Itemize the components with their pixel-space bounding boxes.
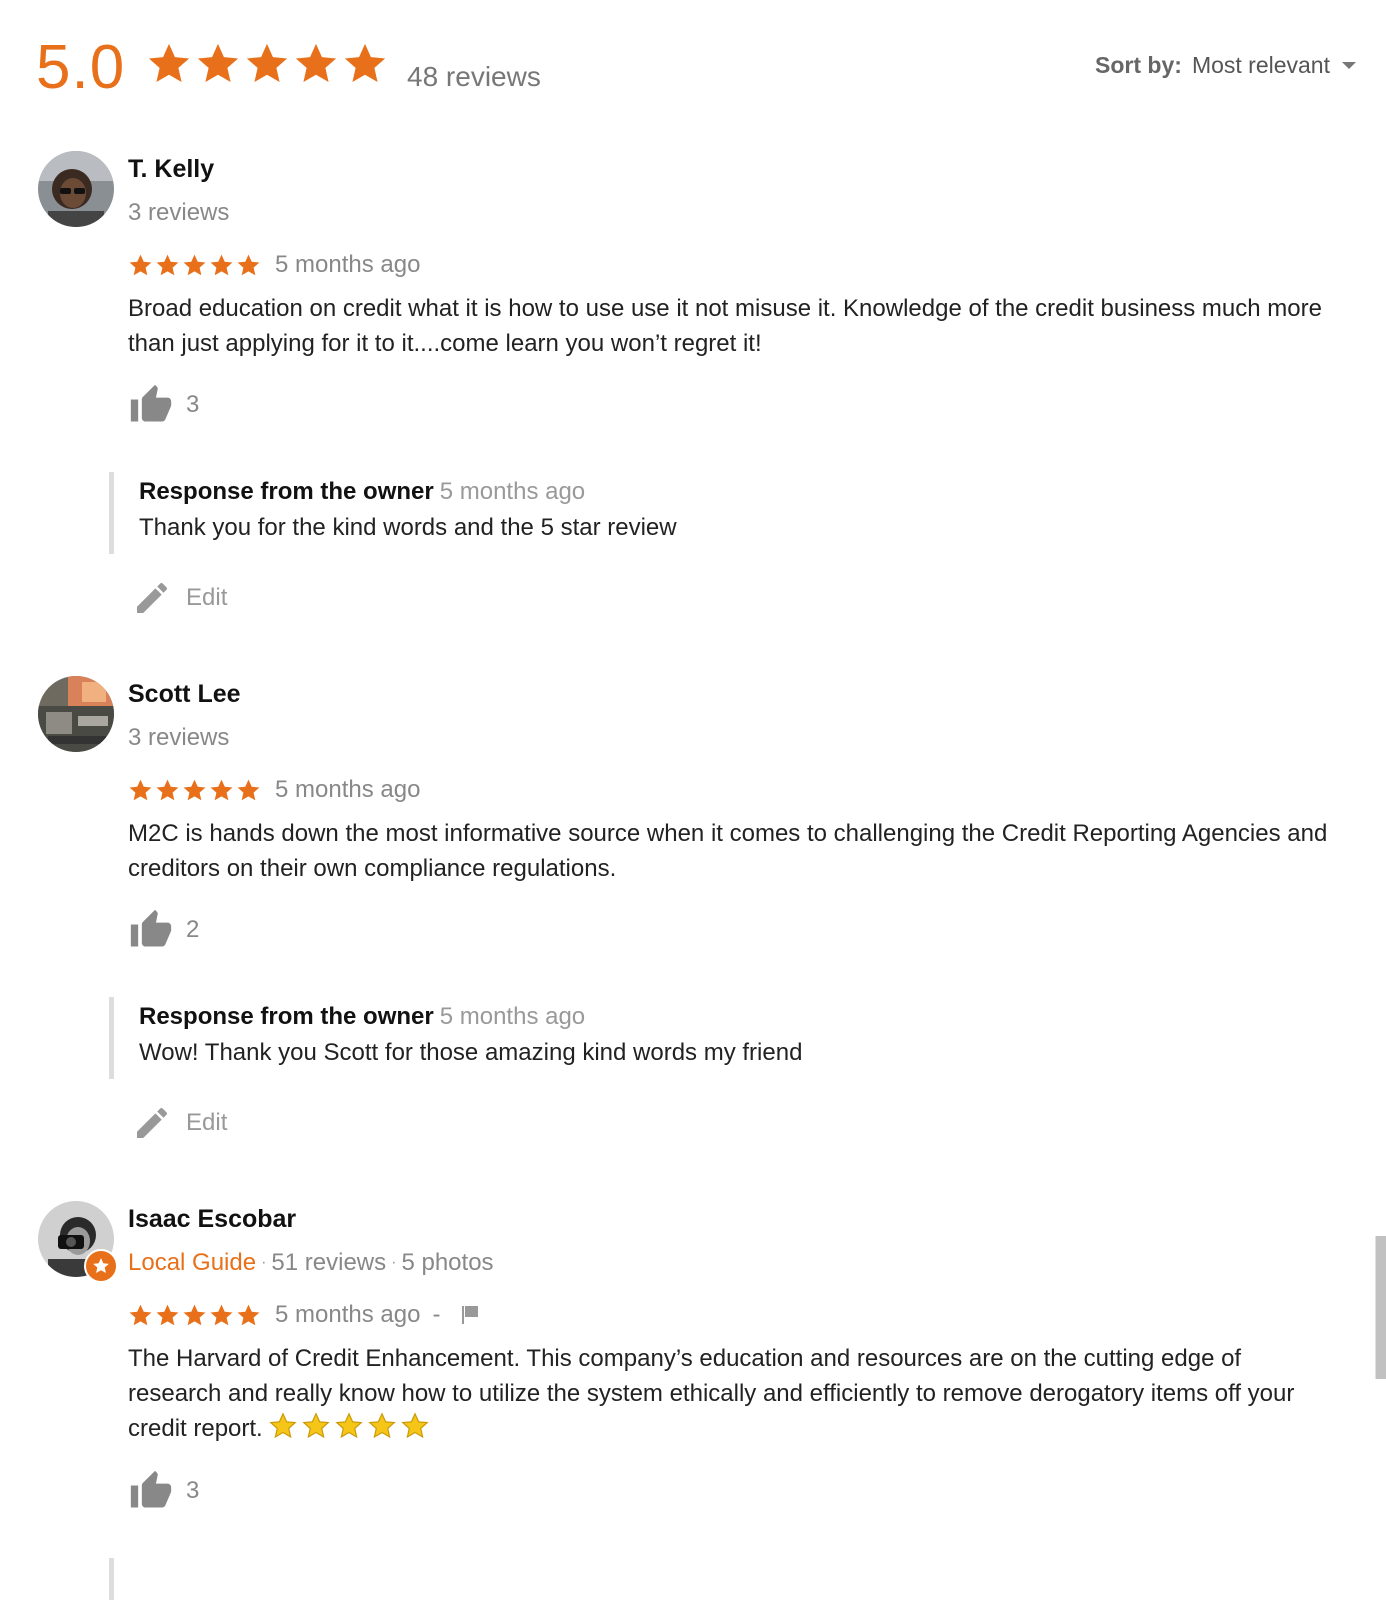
avatar[interactable] bbox=[38, 151, 114, 227]
local-guide-badge-icon bbox=[84, 1249, 118, 1283]
star-icon bbox=[246, 43, 288, 83]
star-icon bbox=[210, 1304, 233, 1325]
reviewer-review-count[interactable]: 51 reviews bbox=[271, 1249, 386, 1276]
flag-icon[interactable] bbox=[458, 1303, 482, 1327]
star-icon bbox=[148, 43, 190, 83]
star-icon bbox=[237, 1304, 260, 1325]
review-rating: 5 months ago - bbox=[128, 1301, 482, 1329]
rating-stars bbox=[146, 41, 391, 87]
meta-separator: · bbox=[391, 1254, 397, 1271]
star-emoji-icon bbox=[269, 1413, 296, 1438]
like-button[interactable]: 3 bbox=[128, 1469, 199, 1513]
like-count: 3 bbox=[186, 391, 200, 418]
review-text: M2C is hands down the most informative s… bbox=[128, 820, 1328, 882]
like-count: 3 bbox=[186, 1477, 200, 1504]
caret-down-icon[interactable] bbox=[1342, 62, 1356, 69]
thumbs-up-icon[interactable] bbox=[128, 908, 174, 952]
pencil-icon[interactable] bbox=[132, 578, 172, 618]
review-time: 5 months ago bbox=[275, 1301, 421, 1328]
star-icon bbox=[237, 254, 260, 275]
owner-response-title: Response from the owner 5 months ago bbox=[139, 1003, 585, 1031]
star-icon bbox=[129, 779, 152, 800]
time-dash: - bbox=[432, 1301, 441, 1328]
emoji-stars bbox=[269, 1412, 434, 1440]
review-rating: 5 months ago bbox=[128, 776, 420, 804]
review-stars bbox=[128, 1303, 263, 1328]
reviewer-meta[interactable]: 3 reviews bbox=[128, 199, 229, 227]
edit-label[interactable]: Edit bbox=[186, 1109, 227, 1137]
edit-response-button[interactable]: Edit bbox=[132, 578, 227, 618]
star-icon bbox=[344, 43, 386, 83]
total-review-count[interactable]: 48 reviews bbox=[407, 61, 541, 93]
review-text: Broad education on credit what it is how… bbox=[128, 295, 1322, 357]
star-emoji-icon bbox=[335, 1413, 362, 1438]
avatar[interactable] bbox=[38, 676, 114, 752]
star-emoji-icon bbox=[368, 1413, 395, 1438]
sort-label: Sort by: bbox=[1095, 52, 1182, 78]
like-count: 2 bbox=[186, 916, 200, 943]
local-guide-label[interactable]: Local Guide bbox=[128, 1249, 256, 1276]
rating-summary: 5.0 48 reviews Sort by: Most relevant bbox=[36, 28, 1386, 118]
owner-response-border bbox=[109, 1558, 114, 1600]
owner-response-label: Response from the owner bbox=[139, 478, 434, 505]
star-icon bbox=[183, 1304, 206, 1325]
owner-response: Response from the owner 5 months ago Wow!… bbox=[109, 997, 1014, 1079]
reviewer-name[interactable]: T. Kelly bbox=[128, 155, 214, 184]
rating-score: 5.0 bbox=[36, 33, 126, 102]
sort-dropdown[interactable]: Sort by: Most relevant bbox=[1095, 52, 1356, 79]
thumbs-up-icon[interactable] bbox=[128, 1469, 174, 1513]
star-icon bbox=[295, 43, 337, 83]
owner-response-title: Response from the owner 5 months ago bbox=[139, 478, 585, 506]
review-time: 5 months ago bbox=[275, 251, 421, 278]
star-icon bbox=[129, 1304, 152, 1325]
owner-response-text: Wow! Thank you Scott for those amazing k… bbox=[139, 1039, 803, 1066]
sort-value[interactable]: Most relevant bbox=[1192, 52, 1330, 79]
like-button[interactable]: 2 bbox=[128, 908, 199, 952]
thumbs-up-icon[interactable] bbox=[128, 383, 174, 427]
review-stars bbox=[128, 778, 263, 803]
owner-response-time: 5 months ago bbox=[439, 478, 586, 505]
reviewer-name[interactable]: Isaac Escobar bbox=[128, 1205, 296, 1234]
star-emoji-icon bbox=[302, 1413, 329, 1438]
star-icon bbox=[183, 779, 206, 800]
star-emoji-icon bbox=[401, 1413, 428, 1438]
edit-label[interactable]: Edit bbox=[186, 584, 227, 612]
owner-response-label: Response from the owner bbox=[139, 1003, 434, 1030]
reviewer-name[interactable]: Scott Lee bbox=[128, 680, 241, 709]
owner-response-text: Thank you for the kind words and the 5 s… bbox=[139, 514, 677, 541]
reviewer-photo-count[interactable]: 5 photos bbox=[401, 1249, 493, 1276]
edit-response-button[interactable]: Edit bbox=[132, 1103, 227, 1143]
pencil-icon[interactable] bbox=[132, 1103, 172, 1143]
star-icon bbox=[197, 43, 239, 83]
reviewer-meta[interactable]: 3 reviews bbox=[128, 724, 229, 752]
star-icon bbox=[156, 779, 179, 800]
star-icon bbox=[129, 254, 152, 275]
star-icon bbox=[156, 1304, 179, 1325]
owner-response-time: 5 months ago bbox=[439, 1003, 586, 1030]
meta-separator: · bbox=[261, 1254, 267, 1271]
review-text: The Harvard of Credit Enhancement. This … bbox=[128, 1341, 1328, 1446]
review-rating: 5 months ago bbox=[128, 251, 420, 279]
like-button[interactable]: 3 bbox=[128, 383, 199, 427]
star-icon bbox=[183, 254, 206, 275]
review-stars bbox=[128, 253, 263, 278]
owner-response: Response from the owner 5 months ago Than… bbox=[109, 472, 1014, 554]
star-icon bbox=[210, 254, 233, 275]
star-icon bbox=[210, 779, 233, 800]
star-icon bbox=[156, 254, 179, 275]
review-time: 5 months ago bbox=[275, 776, 421, 803]
star-icon bbox=[237, 779, 260, 800]
scrollbar[interactable] bbox=[1375, 1236, 1386, 1379]
reviewer-meta[interactable]: Local Guide · 51 reviews · 5 photos bbox=[128, 1249, 494, 1277]
